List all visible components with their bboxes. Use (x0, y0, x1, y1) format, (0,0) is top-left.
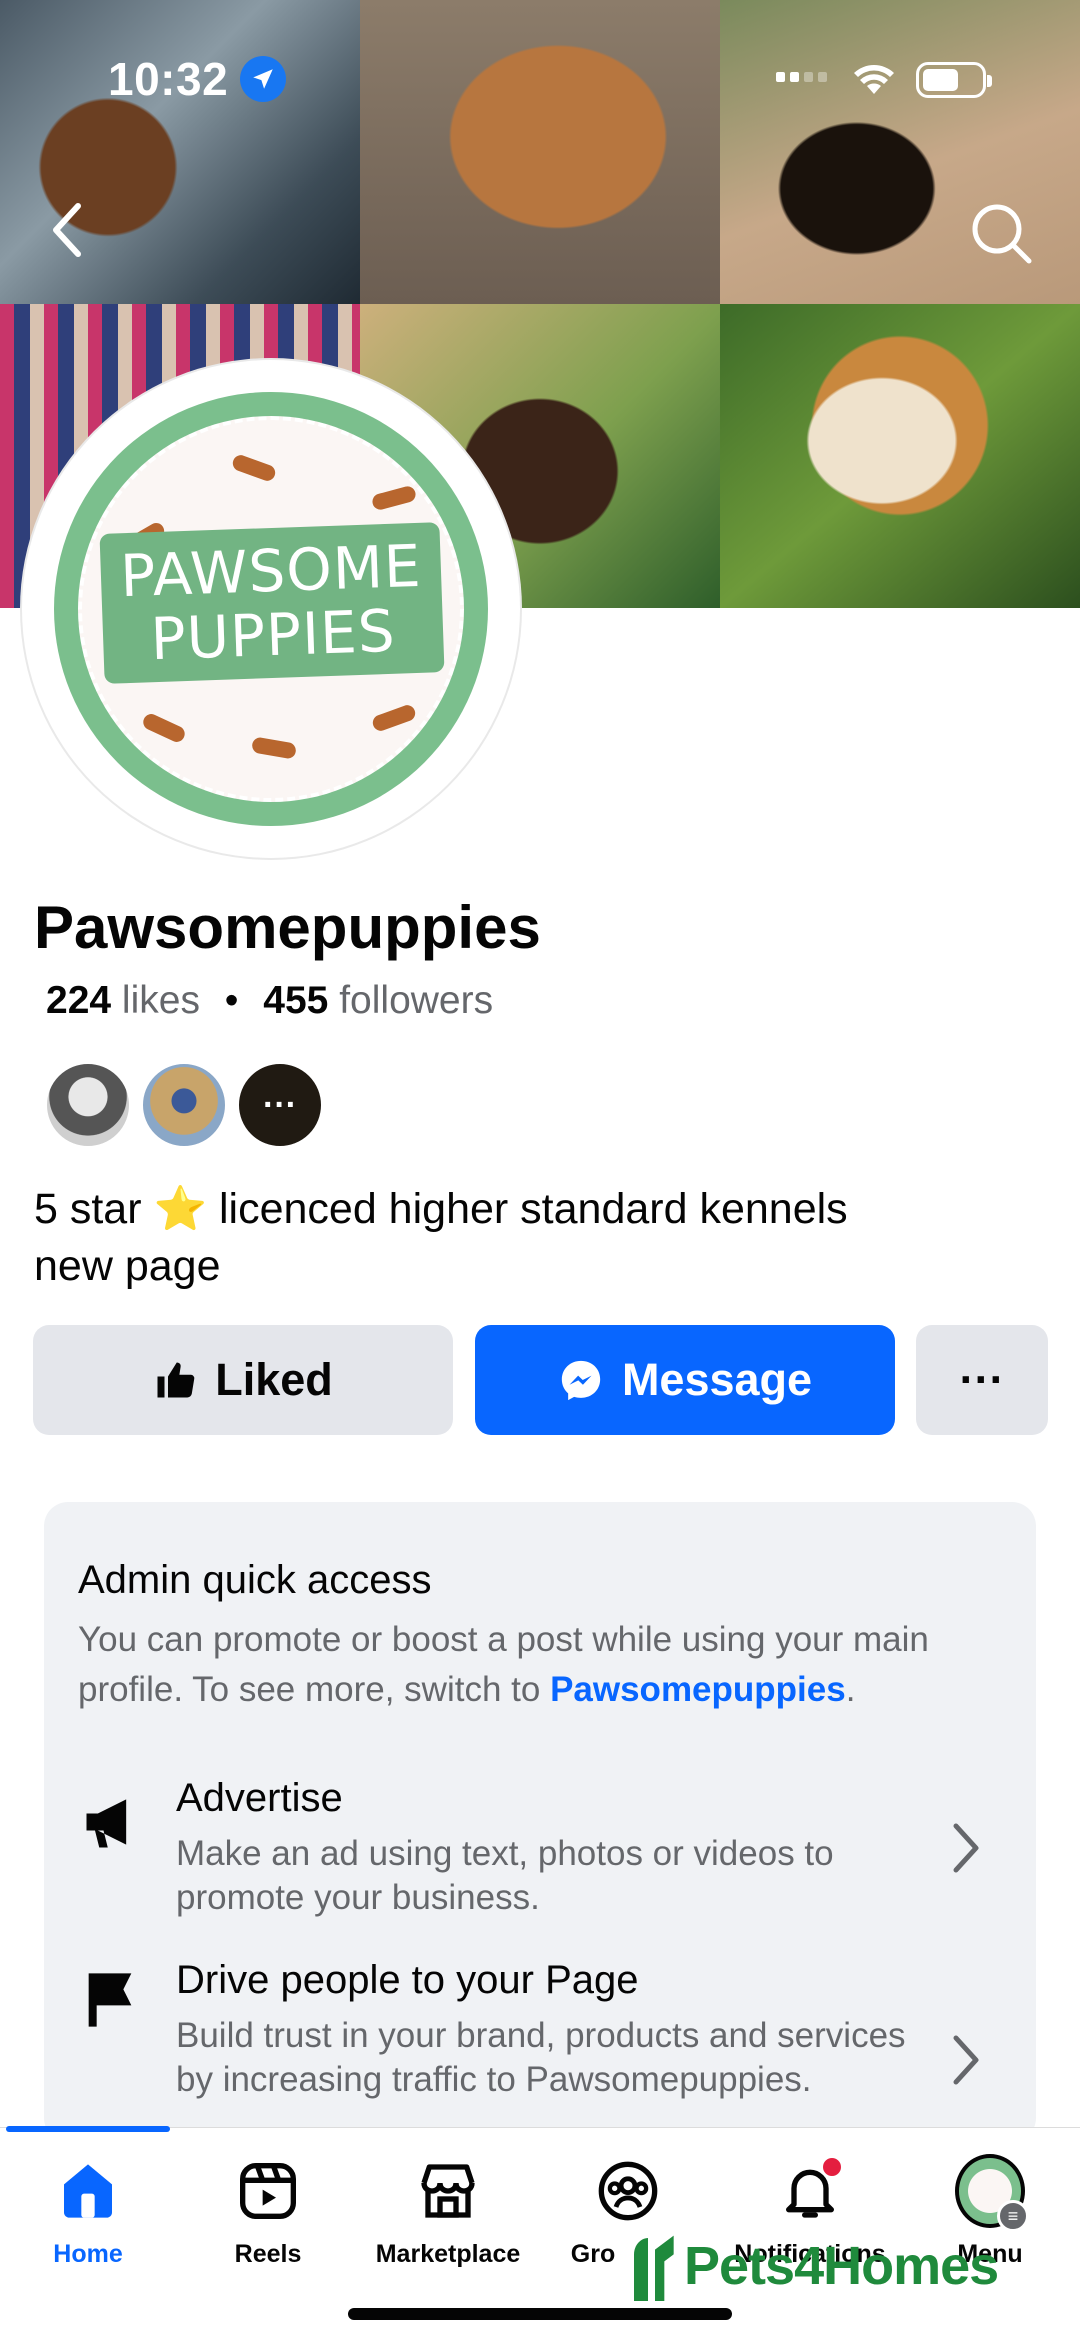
megaphone-icon (86, 1799, 127, 1848)
message-button[interactable]: Message (475, 1325, 895, 1435)
battery-icon (916, 62, 992, 98)
thumbs-up-icon (157, 1362, 195, 1398)
nav-label: Marketplace (375, 2240, 521, 2268)
logo-banner: PAWSOME PUPPIES (99, 522, 445, 684)
menu-lines-icon: ≡ (997, 2200, 1029, 2232)
followers-label[interactable]: followers (339, 979, 493, 1022)
advertise-description: Make an ad using text, photos or videos … (176, 1834, 834, 1917)
drive-people-title: Drive people to your Page (176, 1958, 639, 2002)
admin-title: Admin quick access (78, 1558, 432, 1602)
page-bio: 5 star ⭐️ licenced higher standard kenne… (34, 1181, 1034, 1295)
more-options-icon: ··· (959, 1354, 1005, 1405)
cover-photo-tile (360, 0, 720, 304)
chevron-right-icon (953, 1823, 979, 1873)
nav-home[interactable]: Home (0, 2156, 178, 2269)
cellular-signal-icon (776, 72, 827, 82)
bio-line: 5 star ⭐️ licenced higher standard kenne… (34, 1185, 848, 1233)
cover-photo-tile (720, 304, 1080, 608)
status-time: 10:32 (108, 53, 229, 105)
likes-count: 224 (46, 979, 112, 1022)
nav-marketplace[interactable]: Marketplace (358, 2156, 538, 2269)
wifi-icon (854, 65, 894, 94)
groups-icon (593, 2156, 663, 2226)
bell-icon (775, 2156, 845, 2226)
more-options-button[interactable]: ··· (916, 1325, 1048, 1435)
chevron-right-icon (953, 2035, 979, 2085)
advertise-option[interactable]: Advertise Make an ad using text, photos … (44, 1762, 1036, 1942)
nav-label: Gro (570, 2240, 616, 2268)
profile-picture[interactable]: PAWSOME PUPPIES (54, 392, 488, 826)
messenger-icon (561, 1360, 601, 1401)
back-icon[interactable] (44, 200, 94, 260)
followers-count: 455 (263, 979, 329, 1022)
search-icon[interactable] (966, 198, 1036, 268)
marketplace-icon (413, 2156, 483, 2226)
nav-label: Reels (234, 2240, 302, 2268)
message-label: Message (621, 1354, 813, 1405)
home-icon (53, 2156, 123, 2226)
active-tab-indicator (6, 2126, 170, 2132)
watermark-text: Pets4Homes (684, 2236, 999, 2296)
advertise-title: Advertise (176, 1776, 343, 1820)
notification-dot (821, 2156, 843, 2178)
menu-profile-picture: ≡ (955, 2154, 1029, 2232)
friend-avatars[interactable]: ··· (44, 1061, 332, 1149)
liked-button[interactable]: Liked (33, 1325, 453, 1435)
bio-line: new page (34, 1242, 221, 1290)
friend-avatar[interactable] (140, 1061, 228, 1149)
liked-label: Liked (215, 1354, 333, 1405)
menu-avatar: ≡ (955, 2154, 1029, 2232)
nav-label: Home (53, 2240, 123, 2268)
likes-label[interactable]: likes (122, 979, 200, 1022)
page-title: Pawsomepuppies (34, 894, 541, 961)
flag-icon (88, 1973, 132, 2027)
home-indicator[interactable] (348, 2308, 732, 2320)
friend-avatar[interactable] (44, 1061, 132, 1149)
watermark: Pets4Homes (626, 2231, 999, 2301)
nav-reels[interactable]: Reels (178, 2156, 358, 2269)
location-arrow-icon (240, 56, 286, 102)
logo-text-line2: PUPPIES (149, 596, 397, 674)
drive-people-option[interactable]: Drive people to your Page Build trust in… (44, 1952, 1036, 2142)
reels-icon (233, 2156, 303, 2226)
page-stats: 224 likes • 455 followers (46, 979, 493, 1023)
admin-quick-access-card: Admin quick access You can promote or bo… (44, 1502, 1036, 2142)
watermark-logo-icon (634, 2235, 674, 2301)
admin-description: You can promote or boost a post while us… (78, 1620, 929, 1709)
switch-profile-link[interactable]: Pawsomepuppies (550, 1670, 846, 1709)
stats-separator: • (224, 979, 239, 1022)
more-friends-button[interactable]: ··· (236, 1061, 324, 1149)
drive-people-description: Build trust in your brand, products and … (176, 2016, 906, 2099)
